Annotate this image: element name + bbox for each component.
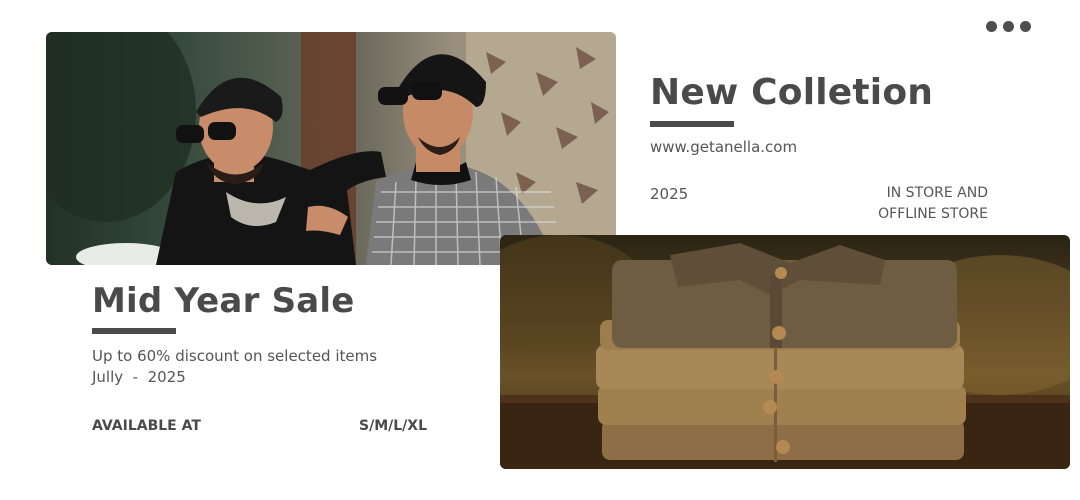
available-label: AVAILABLE AT	[92, 418, 201, 434]
store-line-1: IN STORE AND	[886, 185, 988, 201]
models-photo	[46, 32, 616, 265]
sale-underline	[92, 328, 176, 334]
collection-title: New Colletion	[650, 72, 934, 113]
collection-url[interactable]: www.getanella.com	[650, 138, 797, 156]
collection-year: 2025	[650, 185, 689, 203]
shirts-photo	[500, 235, 1070, 469]
dot-icon	[1003, 20, 1014, 32]
dot-icon	[1020, 20, 1031, 32]
sale-title: Mid Year Sale	[92, 281, 355, 321]
more-options-button[interactable]	[986, 19, 1034, 33]
sale-discount: Up to 60% discount on selected items	[92, 347, 378, 365]
dot-icon	[986, 20, 997, 32]
title-underline	[650, 121, 734, 127]
sizes-label: S/M/L/XL	[359, 418, 427, 434]
store-line-2: OFFLINE STORE	[878, 206, 988, 222]
sale-date: Jully - 2025	[92, 368, 186, 386]
shirts-illustration	[500, 235, 1070, 469]
models-illustration	[46, 32, 616, 265]
